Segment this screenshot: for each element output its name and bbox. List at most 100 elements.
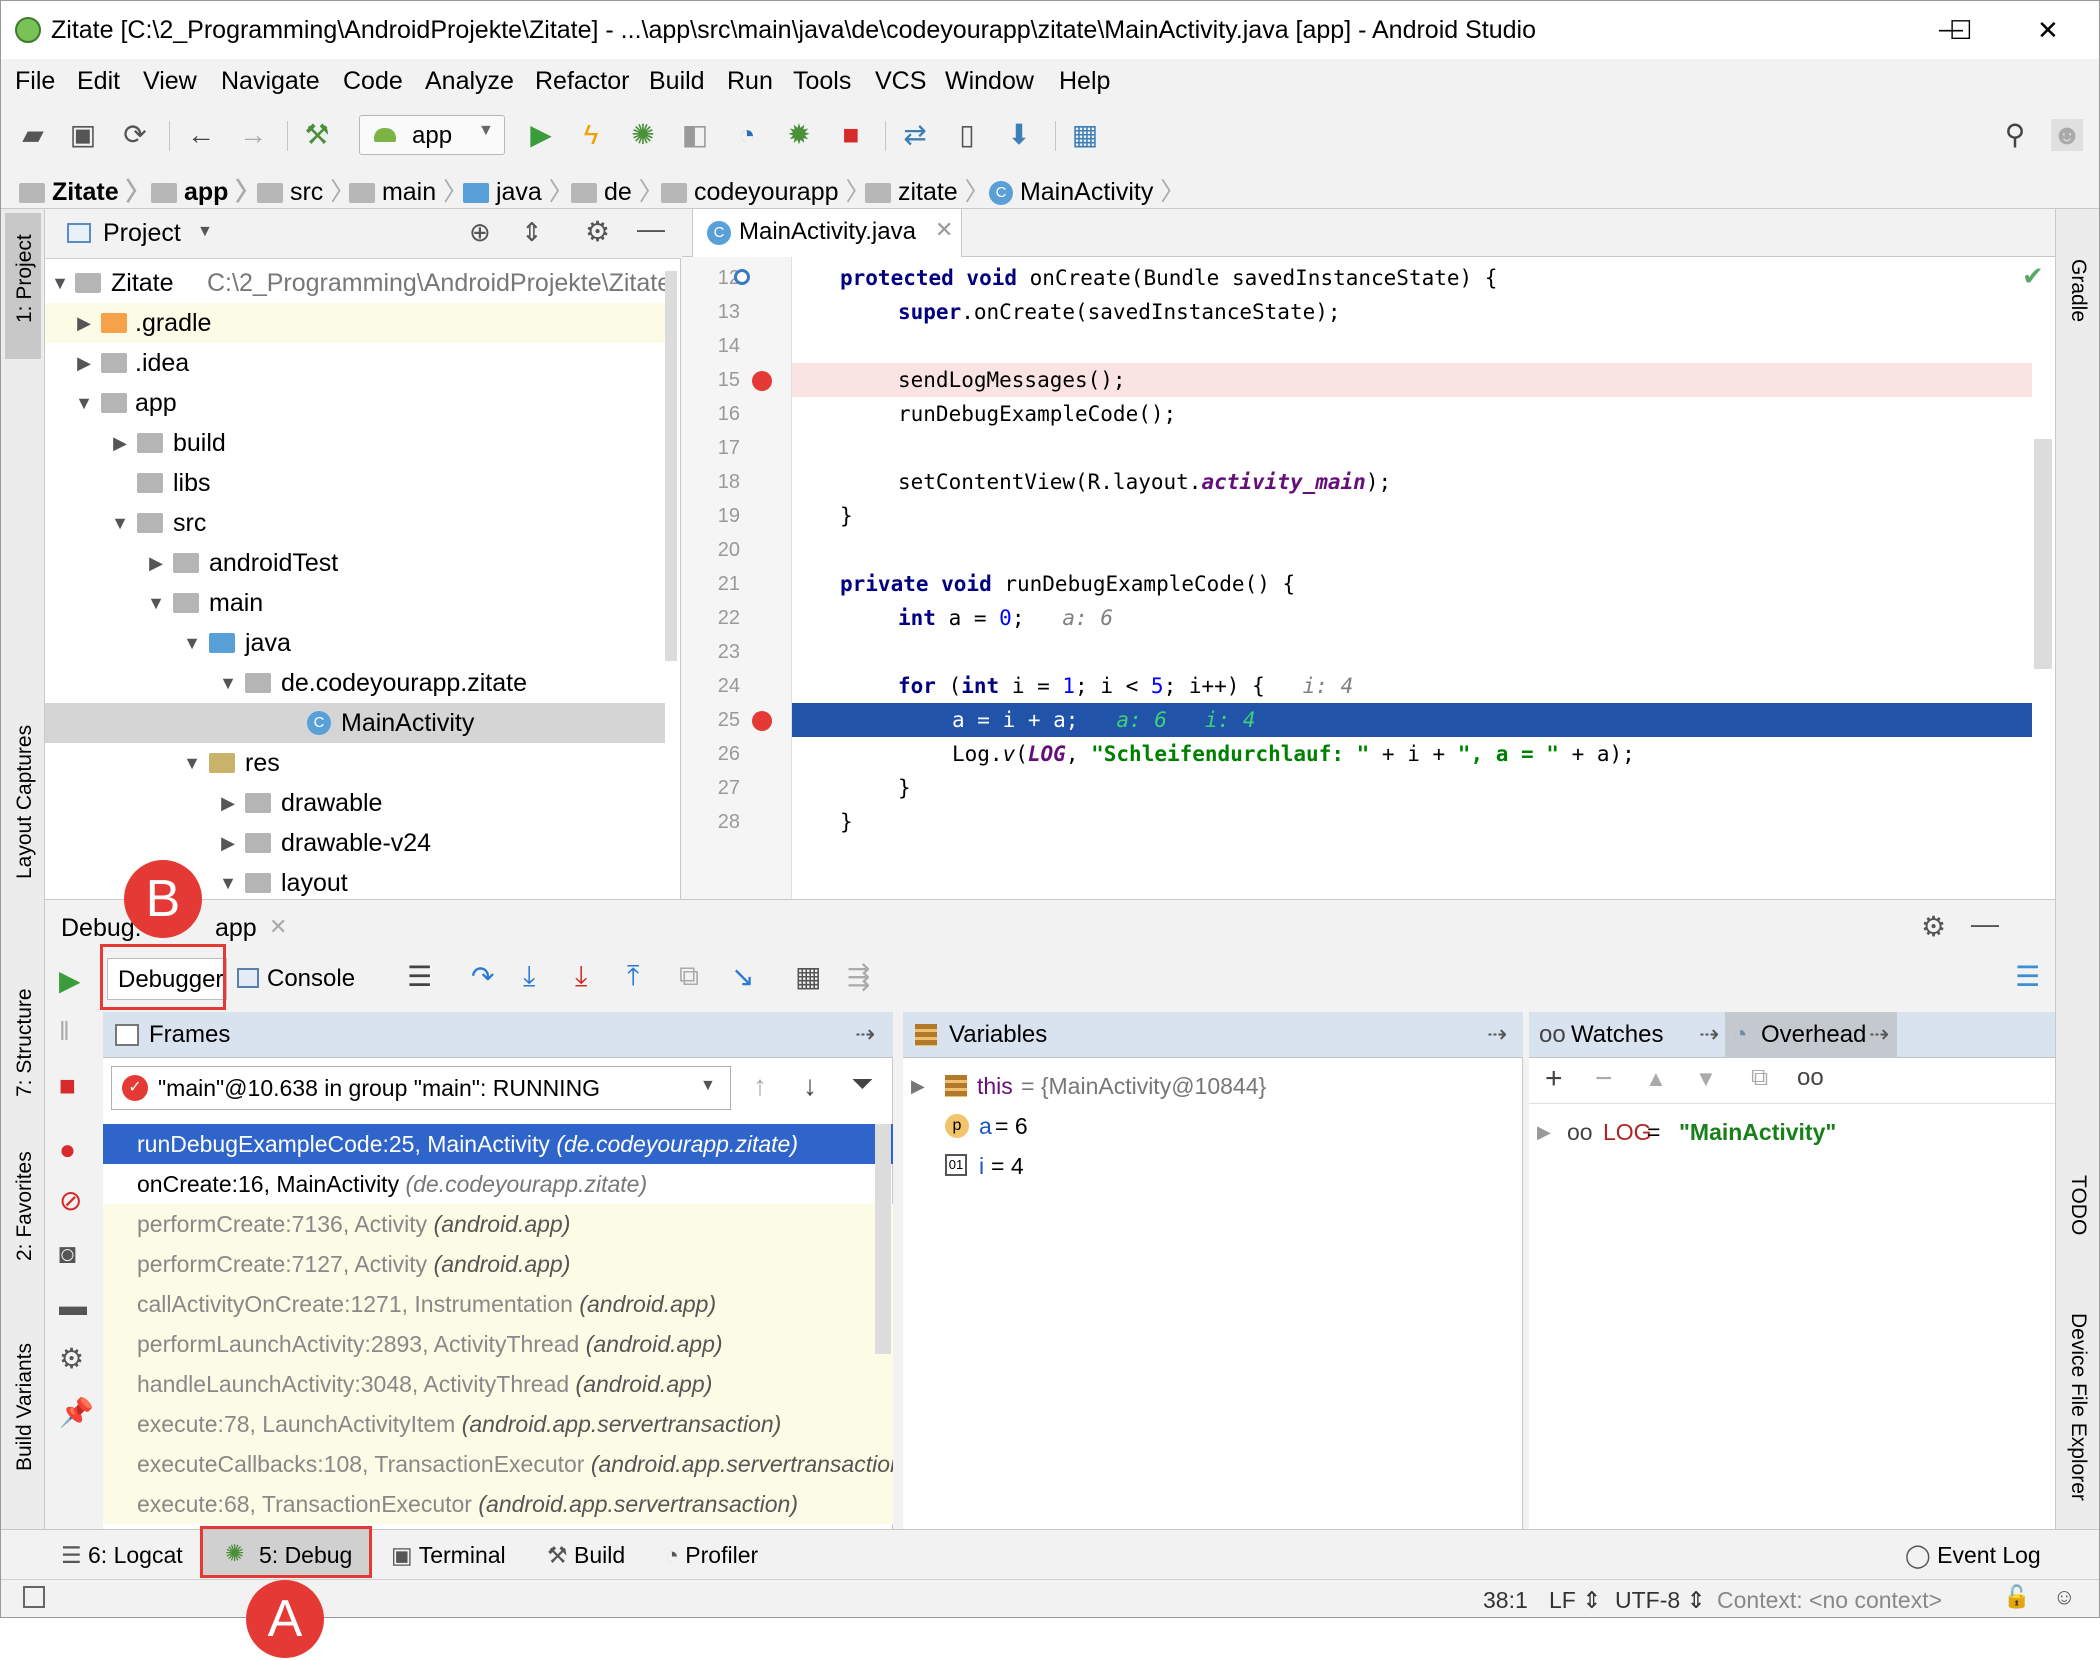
line-separator[interactable]: LF ⇕ [1549, 1587, 1602, 1614]
mute-breakpoints-icon[interactable]: ⊘ [59, 1184, 82, 1217]
gradle-tab[interactable]: Gradle [2066, 259, 2090, 322]
file-encoding[interactable]: UTF-8 ⇕ [1615, 1587, 1706, 1614]
frame-row[interactable]: performCreate:7136, Activity (android.ap… [103, 1204, 893, 1244]
hide-panel-icon[interactable]: — [637, 213, 665, 245]
tree-row-mainactivity[interactable]: C MainActivity [45, 703, 665, 743]
breadcrumb-item-zitate[interactable]: Zitate 〉 [19, 172, 151, 208]
profiler-tab[interactable]: ◔ Profiler [665, 1542, 758, 1569]
add-watch-icon[interactable]: + [1545, 1062, 1563, 1096]
move-up-icon[interactable]: ▲ [1645, 1066, 1667, 1092]
breadcrumb-item-java[interactable]: java 〉 [463, 172, 574, 208]
git-avatar-icon[interactable]: ☺ [2053, 1584, 2075, 1610]
hide-arrow-icon[interactable]: ⇢ [1699, 1012, 1719, 1058]
menu-edit[interactable]: Edit [77, 67, 120, 96]
menu-run[interactable]: Run [727, 67, 773, 96]
favorites-tab[interactable]: 2: Favorites [13, 1151, 37, 1261]
tree-row-idea[interactable]: ▶ .idea [45, 343, 665, 383]
expand-arrow-icon[interactable]: ▶ [1537, 1112, 1551, 1152]
tree-row-drawable[interactable]: ▶ drawable [45, 783, 665, 823]
tree-row-root[interactable]: ▼ Zitate C:\2_Programming\AndroidProjekt… [45, 263, 671, 303]
todo-tab[interactable]: TODO [2066, 1175, 2090, 1235]
close-tab-icon[interactable]: ✕ [935, 217, 953, 243]
watch-row[interactable]: ▶ oo LOG = "MainActivity" [1529, 1112, 2055, 1152]
close-button[interactable]: ✕ [2037, 1, 2059, 59]
tree-row-androidtest[interactable]: ▶ androidTest [45, 543, 665, 583]
sdk-manager-icon[interactable]: ⬇ [1003, 119, 1035, 151]
glasses-icon[interactable]: oo [1797, 1064, 1824, 1092]
attach-debugger-icon[interactable]: ✹ [783, 119, 815, 151]
locate-file-icon[interactable]: ⊕ [469, 217, 491, 248]
layout-captures-tab[interactable]: Layout Captures [13, 725, 37, 879]
menu-help[interactable]: Help [1059, 67, 1110, 96]
tree-row-java[interactable]: ▼ java [45, 623, 665, 663]
restore-layout-icon[interactable]: ▬ [59, 1290, 87, 1322]
sync-icon[interactable]: ⟳ [119, 119, 151, 151]
user-avatar-icon[interactable]: ☻ [2051, 119, 2083, 151]
tree-row-build[interactable]: ▶ build [45, 423, 665, 463]
breadcrumb-item-app[interactable]: app 〉 [151, 172, 260, 208]
breakpoint-icon[interactable] [752, 711, 772, 731]
hide-arrow-icon[interactable]: ⇢ [1487, 1012, 1507, 1058]
hide-arrow-icon[interactable]: ⇢ [855, 1012, 875, 1058]
drop-frame-icon[interactable]: ⧉ [679, 960, 699, 993]
project-structure-icon[interactable]: ▦ [1069, 119, 1101, 151]
next-frame-icon[interactable]: ↓ [803, 1070, 817, 1102]
frame-row[interactable]: execute:78, LaunchActivityItem (android.… [103, 1404, 893, 1444]
tree-row-main[interactable]: ▼ main [45, 583, 665, 623]
duplicate-watch-icon[interactable]: ⧉ [1751, 1064, 1768, 1092]
project-scrollbar[interactable] [665, 271, 677, 661]
frame-row[interactable]: onCreate:16, MainActivity (de.codeyourap… [103, 1164, 893, 1204]
breadcrumb-item-codeyourapp[interactable]: codeyourapp 〉 [661, 172, 870, 208]
device-file-explorer-tab[interactable]: Device File Explorer [2066, 1313, 2090, 1501]
frames-scrollbar[interactable] [875, 1124, 891, 1354]
project-view-selector[interactable]: Project [103, 219, 181, 248]
run-to-cursor-icon[interactable]: ↘ [731, 960, 754, 993]
debug-icon[interactable]: ✺ [627, 119, 659, 151]
menu-code[interactable]: Code [343, 67, 403, 96]
frame-row[interactable]: execute:68, TransactionExecutor (android… [103, 1484, 893, 1524]
build-tab[interactable]: ⚒ Build [547, 1542, 625, 1569]
event-log-tab[interactable]: ◯ Event Log [1905, 1542, 2041, 1569]
hide-panel-icon[interactable]: — [1971, 908, 1999, 940]
trace-icon[interactable]: ⇶ [847, 960, 870, 993]
avd-manager-icon[interactable]: ▯ [951, 119, 983, 151]
variable-row-a[interactable]: p a = 6 [903, 1106, 1523, 1146]
apply-changes-icon[interactable]: ϟ [575, 119, 607, 151]
camera-icon[interactable]: ◙ [59, 1238, 76, 1270]
menu-view[interactable]: View [143, 67, 197, 96]
tree-row-package[interactable]: ▼ de.codeyourapp.zitate [45, 663, 665, 703]
breadcrumb-item-zitate-package[interactable]: zitate 〉 [865, 172, 990, 208]
debug-session-tab[interactable]: app [215, 914, 257, 943]
breadcrumb-item-de[interactable]: de 〉 [571, 172, 664, 208]
tree-row-libs[interactable]: libs [45, 463, 665, 503]
filter-icon[interactable]: ⏷ [851, 1068, 873, 1101]
editor-tab-mainactivity[interactable]: C MainActivity.java ✕ [692, 209, 962, 257]
tree-row-src[interactable]: ▼ src [45, 503, 665, 543]
menu-refactor[interactable]: Refactor [535, 67, 629, 96]
close-session-icon[interactable]: ✕ [269, 914, 287, 940]
stop-icon[interactable]: ■ [59, 1070, 76, 1102]
back-arrow-icon[interactable]: ← [185, 119, 217, 151]
breadcrumb-item-main[interactable]: main 〉 [349, 172, 468, 208]
gear-icon[interactable]: ⚙ [59, 1342, 84, 1375]
breadcrumb-item-src[interactable]: src 〉 [257, 172, 355, 208]
profile-icon[interactable]: ◔ [731, 119, 763, 151]
menu-tools[interactable]: Tools [793, 67, 851, 96]
thread-selector[interactable]: ✓ "main"@10.638 in group "main": RUNNING… [111, 1066, 731, 1110]
breadcrumb-item-mainactivity[interactable]: C MainActivity 〉 [989, 172, 1185, 208]
force-step-into-icon[interactable]: ⤓ [575, 960, 587, 993]
remove-watch-icon[interactable]: − [1595, 1062, 1613, 1096]
terminal-tab[interactable]: ▣ Terminal [391, 1542, 506, 1569]
pin-icon[interactable]: 📌 [59, 1396, 94, 1429]
overhead-tab[interactable]: ◔ Overhead ⇢ [1725, 1012, 1897, 1058]
lock-icon[interactable]: 🔓 [2003, 1584, 2030, 1610]
coverage-icon[interactable]: ◧ [679, 119, 711, 151]
logcat-tab[interactable]: ☰ 6: Logcat [61, 1542, 183, 1569]
collapse-all-icon[interactable]: ⇕ [521, 217, 543, 248]
frame-row[interactable]: runDebugExampleCode:25, MainActivity (de… [103, 1124, 893, 1164]
show-execution-point-icon[interactable]: ☰ [407, 960, 432, 993]
open-folder-icon[interactable]: ▰ [17, 119, 49, 151]
step-out-icon[interactable]: ⤒ [627, 960, 639, 993]
run-config-select[interactable]: app ▼ [359, 115, 505, 155]
move-down-icon[interactable]: ▼ [1695, 1066, 1717, 1092]
